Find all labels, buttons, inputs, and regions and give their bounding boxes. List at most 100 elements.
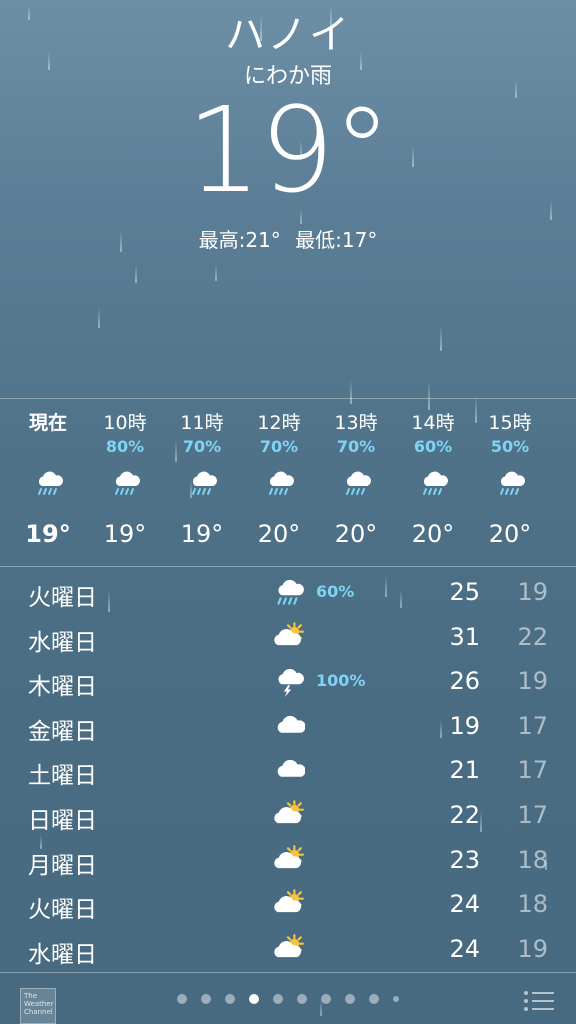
hourly-item: 11時 70% 19° — [172, 410, 232, 554]
cloud-icon — [270, 754, 306, 786]
partly-sunny-icon — [270, 621, 306, 653]
day-name: 木曜日 — [28, 674, 97, 701]
page-dot[interactable] — [345, 994, 355, 1004]
page-dot[interactable] — [201, 994, 211, 1004]
daily-row: 水曜日 31 22 — [0, 615, 576, 660]
page-dot[interactable] — [393, 996, 399, 1002]
day-high: 25 — [449, 578, 480, 606]
day-low: 17 — [517, 711, 548, 740]
hour-temperature: 19° — [103, 520, 147, 548]
hour-label: 16 — [557, 410, 576, 436]
hourly-forecast[interactable]: 現在 19° 10時 80% 19° 11時 70% 19° 12時 70% 2… — [0, 400, 576, 566]
city-name: ハノイ — [225, 12, 351, 58]
day-high: 23 — [449, 845, 480, 874]
day-high: 19 — [449, 711, 480, 740]
hourly-item: 12時 70% 20° — [249, 410, 309, 554]
page-dot[interactable] — [249, 994, 259, 1004]
day-high: 24 — [449, 934, 480, 963]
hourly-item: 13時 70% 20° — [326, 410, 386, 554]
precipitation-chance: 70% — [259, 437, 299, 456]
daily-forecast[interactable]: 火曜日 60% 25 19 水曜日 31 22 木曜日 100% 26 19 金… — [0, 570, 576, 971]
hour-label: 13時 — [334, 412, 378, 434]
page-dot[interactable] — [177, 994, 187, 1004]
page-indicator[interactable] — [0, 994, 576, 1004]
day-low: 17 — [517, 800, 548, 829]
rain-cloud-icon — [557, 458, 576, 508]
precipitation-chance: 70% — [336, 437, 376, 456]
rain-cloud-icon — [18, 458, 78, 508]
precipitation-chance: 100% — [316, 671, 366, 691]
day-name: 水曜日 — [28, 941, 97, 968]
page-dot[interactable] — [369, 994, 379, 1004]
current-temperature: 19° — [186, 81, 391, 219]
hour-temperature: 19° — [180, 520, 224, 548]
day-name: 土曜日 — [28, 763, 97, 790]
divider — [0, 566, 576, 567]
hour-temperature: 20° — [257, 520, 301, 548]
daily-row: 火曜日 24 18 — [0, 882, 576, 927]
hour-temperature: 20° — [488, 520, 532, 548]
partly-sunny-icon — [270, 844, 306, 876]
day-high: 26 — [449, 667, 480, 696]
hourly-item: 15時 50% 20° — [480, 410, 540, 554]
bottom-bar: The Weather Channel — [0, 974, 576, 1024]
hour-label: 11時 — [180, 412, 224, 434]
daily-row: 日曜日 22 17 — [0, 793, 576, 838]
hourly-item: 現在 19° — [18, 410, 78, 554]
cloud-icon — [270, 710, 306, 742]
hour-label: 12時 — [257, 412, 301, 434]
hour-label: 10時 — [103, 412, 147, 434]
hour-temperature: 20° — [334, 520, 378, 548]
precipitation-chance: 50% — [490, 437, 530, 456]
hourly-item: 14時 60% 20° — [403, 410, 463, 554]
day-low: 22 — [517, 622, 548, 651]
precipitation-chance: 4 — [557, 436, 576, 458]
page-dot[interactable] — [225, 994, 235, 1004]
hourly-item: 10時 80% 19° — [95, 410, 155, 554]
day-high: 22 — [449, 800, 480, 829]
divider — [0, 398, 576, 399]
day-low: 19 — [517, 578, 548, 606]
rain-cloud-icon — [270, 576, 306, 608]
high-low-temperature: 最高:21° 最低:17° — [0, 224, 576, 253]
partly-sunny-icon — [270, 888, 306, 920]
day-high: 24 — [449, 890, 480, 919]
hour-label: 現在 — [28, 412, 67, 434]
daily-row: 土曜日 21 17 — [0, 748, 576, 793]
day-name: 金曜日 — [28, 718, 97, 745]
daily-row: 月曜日 23 18 — [0, 838, 576, 883]
day-name: 水曜日 — [28, 629, 97, 656]
hour-label: 15時 — [488, 412, 532, 434]
precipitation-chance: 80% — [105, 437, 145, 456]
partly-sunny-icon — [270, 933, 306, 965]
day-name: 火曜日 — [28, 585, 97, 611]
rain-cloud-icon — [249, 458, 309, 508]
daily-row: 木曜日 100% 26 19 — [0, 659, 576, 704]
daily-row: 金曜日 19 17 — [0, 704, 576, 749]
city-list-button[interactable] — [524, 991, 554, 1014]
day-low: 19 — [517, 934, 548, 963]
page-dot[interactable] — [273, 994, 283, 1004]
high-temperature: 最高:21° — [198, 228, 281, 252]
page-dot[interactable] — [297, 994, 307, 1004]
rain-cloud-icon — [172, 458, 232, 508]
precipitation-chance: 60% — [316, 582, 355, 601]
rain-cloud-icon — [326, 458, 386, 508]
day-high: 21 — [449, 756, 480, 785]
hour-label: 14時 — [411, 412, 455, 434]
rain-cloud-icon — [403, 458, 463, 508]
thunderstorm-icon — [270, 665, 306, 698]
day-name: 日曜日 — [28, 807, 97, 834]
low-temperature: 最低:17° — [295, 228, 378, 252]
daily-row: 水曜日 24 19 — [0, 927, 576, 972]
day-low: 18 — [517, 890, 548, 919]
rain-cloud-icon — [95, 458, 155, 508]
day-high: 31 — [449, 622, 480, 651]
hour-temperature: 2 — [557, 514, 576, 554]
page-dot[interactable] — [321, 994, 331, 1004]
day-name: 火曜日 — [28, 897, 97, 924]
day-low: 19 — [517, 667, 548, 696]
day-name: 月曜日 — [28, 852, 97, 879]
hour-temperature: 19° — [25, 520, 71, 548]
day-low: 17 — [517, 756, 548, 785]
